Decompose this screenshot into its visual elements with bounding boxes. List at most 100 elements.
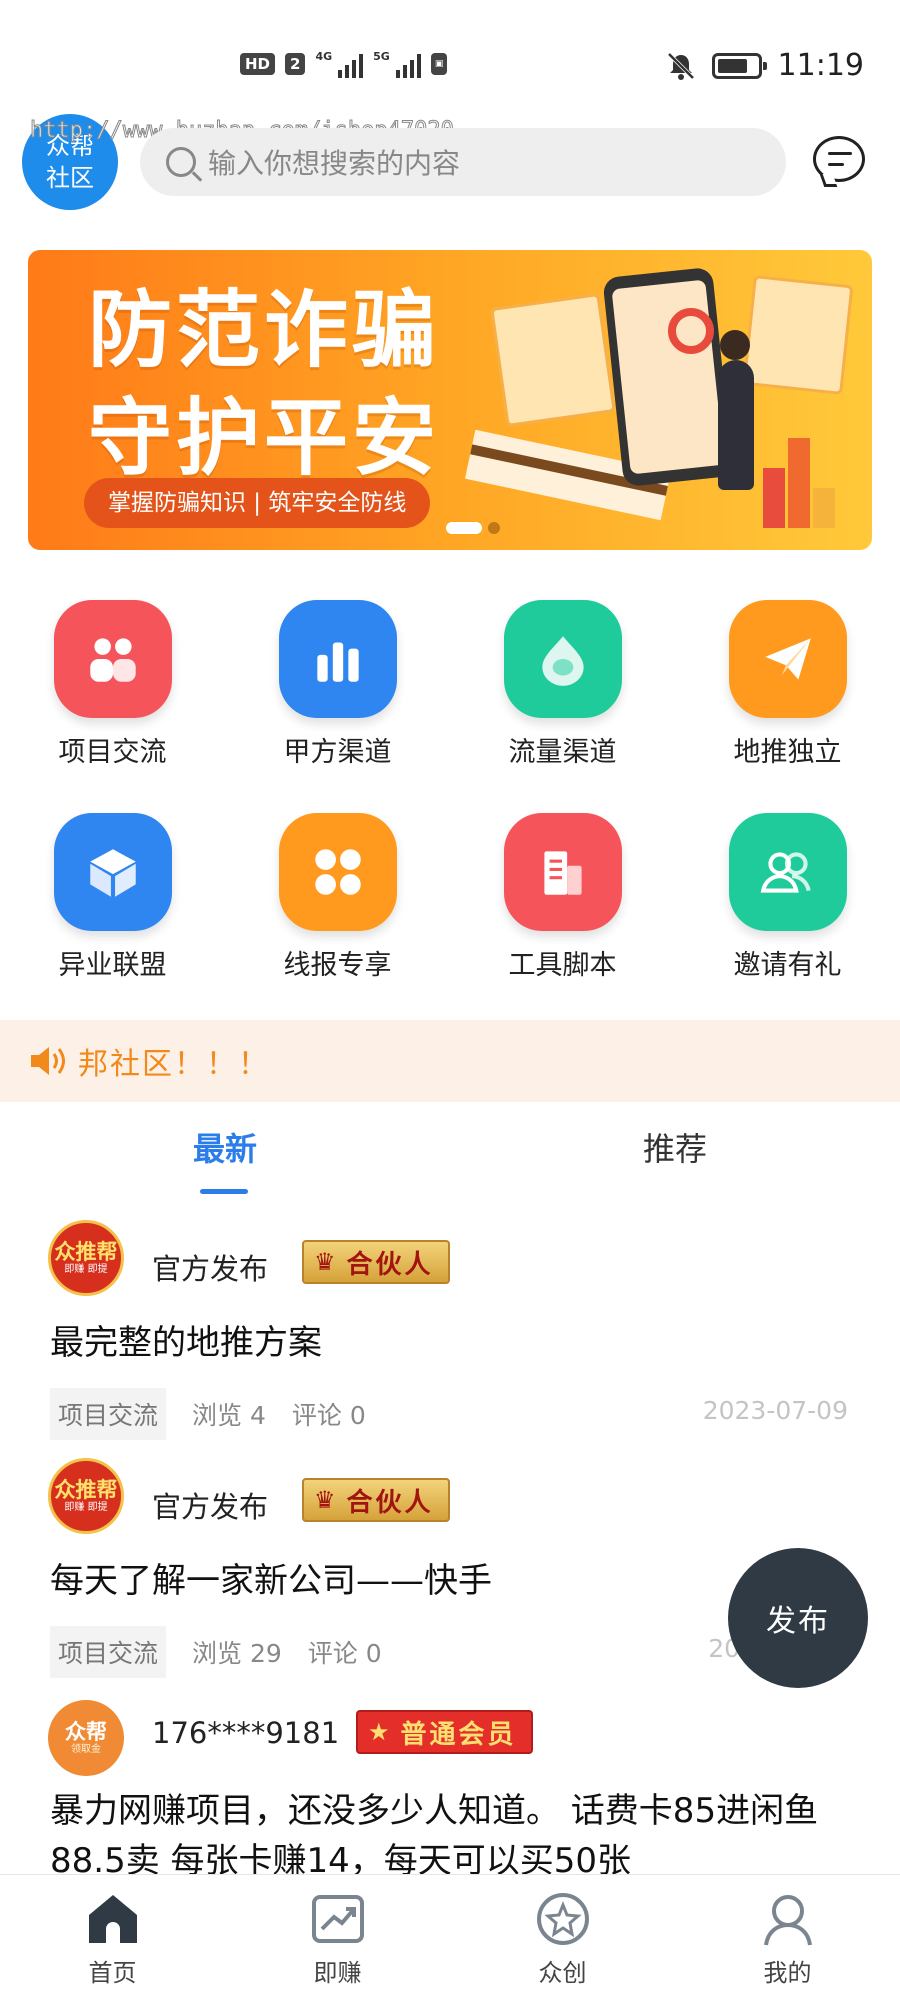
bar-illustration xyxy=(813,488,835,528)
grid-label: 邀请有礼 xyxy=(733,950,842,981)
carousel-dot-active[interactable] xyxy=(446,522,482,534)
notice-text: 邦社区！！！ xyxy=(78,1047,270,1082)
post-category[interactable]: 项目交流 xyxy=(50,1388,167,1440)
grid-item-alliance[interactable]: 异业联盟 xyxy=(0,813,225,982)
nav-label: 即赚 xyxy=(313,1959,362,1987)
banner-panel-illustration xyxy=(742,275,854,395)
promo-banner[interactable]: 防范诈骗 守护平安 掌握防骗知识 | 筑牢安全防线 xyxy=(28,250,872,550)
post-author[interactable]: 官方发布 xyxy=(152,1246,268,1288)
badge-label: 普通会员 xyxy=(400,1719,517,1750)
grid-label: 工具脚本 xyxy=(508,950,617,981)
mute-bell-icon xyxy=(667,52,694,80)
bar-illustration xyxy=(763,468,785,528)
phone-illustration xyxy=(602,266,734,488)
grid-label: 项目交流 xyxy=(58,737,167,768)
post-item[interactable]: 众帮 领取金 176****9181 ★ 普通会员 暴力网赚项目，还没多少人知道… xyxy=(0,1696,900,1874)
nav-item-earn[interactable]: 即赚 xyxy=(225,1875,450,2000)
home-icon xyxy=(88,1895,137,1943)
post-author[interactable]: 176****9181 xyxy=(152,1716,339,1750)
grid-item-invite-reward[interactable]: 邀请有礼 xyxy=(675,813,900,982)
search-icon xyxy=(166,147,196,177)
bottom-nav: 首页 即赚 众创 我的 xyxy=(0,1874,900,2000)
avatar-text: 众推帮 xyxy=(54,1240,118,1264)
grid-label: 异业联盟 xyxy=(58,950,167,981)
avatar[interactable]: 众帮 领取金 xyxy=(48,1700,124,1776)
battery-icon xyxy=(711,52,767,79)
post-views: 浏览 4 xyxy=(192,1401,266,1430)
message-icon[interactable] xyxy=(813,136,865,182)
paper-plane-icon xyxy=(728,600,847,718)
nav-item-profile[interactable]: 我的 xyxy=(675,1875,900,2000)
nav-label: 我的 xyxy=(763,1959,812,1987)
grid-label: 流量渠道 xyxy=(508,737,617,768)
clover-icon xyxy=(278,813,397,931)
avatar[interactable]: 众推帮 即赚 即提 xyxy=(48,1220,124,1296)
nav-label: 众创 xyxy=(538,1959,587,1987)
notice-bar[interactable]: 邦社区！！！ xyxy=(0,1020,900,1102)
publish-button[interactable]: 发布 xyxy=(728,1548,868,1688)
grid-item-project-exchange[interactable]: 项目交流 xyxy=(0,600,225,769)
magnifier-illustration xyxy=(668,308,714,354)
group-icon xyxy=(728,813,847,931)
post-author[interactable]: 官方发布 xyxy=(152,1484,268,1526)
nav-label: 首页 xyxy=(88,1959,137,1987)
banner-panel-illustration xyxy=(490,292,616,428)
post-comments: 评论 0 xyxy=(307,1639,382,1668)
carousel-dot[interactable] xyxy=(488,522,500,534)
avatar-subtext: 领取金 xyxy=(71,1744,101,1755)
post-date: 2023-07-09 xyxy=(702,1396,848,1425)
clock: 11:19 xyxy=(777,48,864,83)
signal-icon xyxy=(395,50,421,78)
badge-label: 合伙人 xyxy=(346,1249,434,1280)
avatar[interactable]: 众推帮 即赚 即提 xyxy=(48,1458,124,1534)
crown-icon: ♛ xyxy=(314,1486,339,1514)
post-title[interactable]: 最完整的地推方案 xyxy=(50,1318,840,1368)
grid-item-ground-promotion[interactable]: 地推独立 xyxy=(675,600,900,769)
post-views: 浏览 29 xyxy=(192,1639,282,1668)
status-icons: HD 2 4G 5G ▣ xyxy=(240,50,448,78)
building-icon xyxy=(503,813,622,931)
badge-label: 合伙人 xyxy=(346,1487,434,1518)
star-icon xyxy=(536,1893,589,1945)
banner-title: 防范诈骗 守护平安 xyxy=(88,276,440,492)
tab-recommended[interactable]: 推荐 xyxy=(450,1108,900,1192)
cube-icon xyxy=(53,813,172,931)
post-item[interactable]: 众推帮 即赚 即提 官方发布 ♛ 合伙人 最完整的地推方案 项目交流 浏览 4 … xyxy=(0,1220,900,1450)
category-grid: 项目交流 甲方渠道 流量渠道 地推独立 异业联盟 线报专享 工具脚本 邀请有礼 xyxy=(0,600,900,982)
nav-item-create[interactable]: 众创 xyxy=(450,1875,675,2000)
post-meta: 项目交流 浏览 29 评论 0 xyxy=(50,1626,382,1678)
grid-item-client-channel[interactable]: 甲方渠道 xyxy=(225,600,450,769)
grid-label: 线报专享 xyxy=(283,950,392,981)
tab-latest[interactable]: 最新 xyxy=(0,1108,450,1194)
post-title[interactable]: 暴力网赚项目，还没多少人知道。 话费卡85进闲鱼88.5卖 每张卡赚14，每天可… xyxy=(50,1786,840,1874)
feed-tabs: 最新 推荐 xyxy=(0,1108,900,1194)
post-title[interactable]: 每天了解一家新公司——快手 xyxy=(50,1556,840,1606)
post-comments: 评论 0 xyxy=(291,1401,366,1430)
logo-line-2: 社区 xyxy=(46,164,94,192)
battery-level xyxy=(717,58,747,73)
star-badge-icon: ★ xyxy=(368,1718,393,1746)
banner-title-line-1: 防范诈骗 xyxy=(88,281,441,379)
search-bar[interactable]: 输入你想搜索的内容 xyxy=(140,128,786,196)
nav-item-home[interactable]: 首页 xyxy=(0,1875,225,2000)
grid-item-traffic-channel[interactable]: 流量渠道 xyxy=(450,600,675,769)
speaker-icon xyxy=(31,1047,65,1075)
network-type-1: 4G xyxy=(315,50,333,63)
member-badge: ★ 普通会员 xyxy=(356,1710,533,1754)
avatar-text: 众帮 xyxy=(65,1720,107,1744)
bar-illustration xyxy=(788,438,810,528)
banner-subtitle: 掌握防骗知识 | 筑牢安全防线 xyxy=(84,478,431,528)
post-meta: 项目交流 浏览 4 评论 0 xyxy=(50,1388,366,1440)
grid-item-tool-scripts[interactable]: 工具脚本 xyxy=(450,813,675,982)
app-notification-icon: ▣ xyxy=(430,53,448,75)
grid-item-exclusive-leads[interactable]: 线报专享 xyxy=(225,813,450,982)
avatar-subtext: 即赚 即提 xyxy=(64,1502,108,1513)
status-bar: HD 2 4G 5G ▣ 11:19 xyxy=(0,0,900,120)
member-badge: ♛ 合伙人 xyxy=(302,1478,450,1522)
network-type-2: 5G xyxy=(373,50,390,63)
drop-icon xyxy=(503,600,622,718)
trend-icon xyxy=(311,1895,364,1943)
post-category[interactable]: 项目交流 xyxy=(50,1626,167,1678)
status-right: 11:19 xyxy=(666,48,864,83)
hd-indicator: HD xyxy=(240,53,276,75)
